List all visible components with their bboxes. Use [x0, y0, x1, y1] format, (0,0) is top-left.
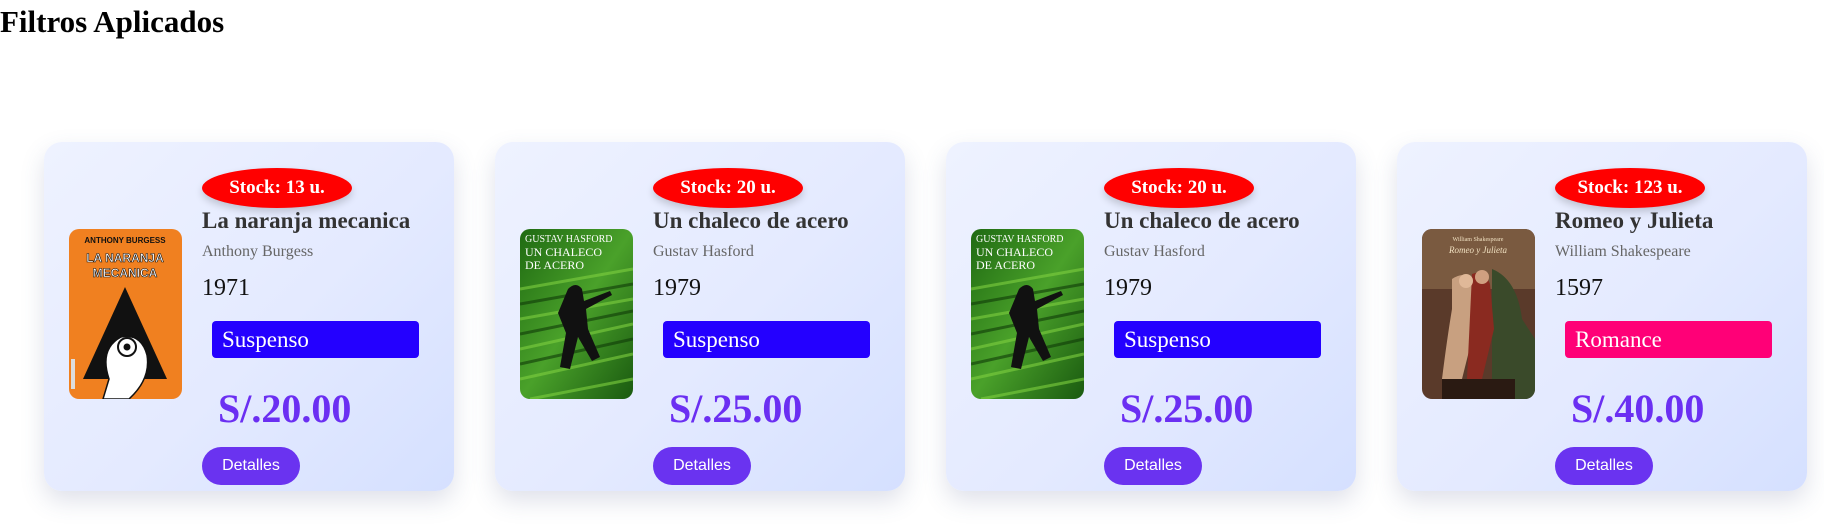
painting-cover-icon: William Shakespeare Romeo y Julieta: [1422, 229, 1535, 399]
book-title: Un chaleco de acero: [1104, 208, 1300, 233]
book-author: Anthony Burgess: [202, 243, 314, 260]
clockwork-orange-cover-icon: ANTHONY BURGESS LA NARANJA MECANICA: [69, 229, 182, 399]
book-title: Un chaleco de acero: [653, 208, 849, 233]
book-cover-image: GUSTAV HASFORD UN CHALECO DE ACERO: [520, 229, 633, 399]
stock-badge: Stock: 20 u.: [1104, 168, 1254, 208]
cover-author-text: GUSTAV HASFORD: [976, 234, 1063, 245]
cover-title-line-2: DE ACERO: [976, 258, 1035, 272]
cover-title-line-2: MECANICA: [93, 266, 158, 280]
book-price: S/.25.00: [1120, 386, 1254, 431]
book-cover-image: ANTHONY BURGESS LA NARANJA MECANICA: [69, 229, 182, 399]
book-price: S/.40.00: [1571, 386, 1705, 431]
book-card: GUSTAV HASFORD UN CHALECO DE ACERO Stock…: [946, 142, 1356, 491]
stock-badge: Stock: 13 u.: [202, 168, 352, 208]
book-author: Gustav Hasford: [653, 243, 754, 260]
cover-title-text: Romeo y Julieta: [1448, 245, 1507, 255]
book-price: S/.25.00: [669, 386, 803, 431]
stock-badge: Stock: 123 u.: [1555, 168, 1705, 208]
book-card: GUSTAV HASFORD UN CHALECO DE ACERO Stock…: [495, 142, 905, 491]
cover-title-line-1: LA NARANJA: [86, 251, 164, 265]
soldier-cover-icon: GUSTAV HASFORD UN CHALECO DE ACERO: [520, 229, 633, 399]
soldier-cover-icon: GUSTAV HASFORD UN CHALECO DE ACERO: [971, 229, 1084, 399]
stock-badge: Stock: 20 u.: [653, 168, 803, 208]
cover-author-text: GUSTAV HASFORD: [525, 234, 612, 245]
genre-tag: Suspenso: [212, 321, 419, 358]
book-card: William Shakespeare Romeo y Julieta Stoc…: [1397, 142, 1807, 491]
book-year: 1597: [1555, 275, 1603, 301]
genre-tag: Suspenso: [1114, 321, 1321, 358]
details-button[interactable]: Detalles: [653, 447, 751, 485]
book-year: 1979: [653, 275, 701, 301]
book-title: La naranja mecanica: [202, 208, 411, 233]
cover-title-line-1: UN CHALECO: [976, 245, 1053, 259]
book-year: 1979: [1104, 275, 1152, 301]
page-title: Filtros Aplicados: [0, 4, 225, 39]
cover-title-line-1: UN CHALECO: [525, 245, 602, 259]
genre-tag: Romance: [1565, 321, 1772, 358]
book-card-list: ANTHONY BURGESS LA NARANJA MECANICA Stoc…: [44, 142, 1807, 491]
book-cover-image: William Shakespeare Romeo y Julieta: [1422, 229, 1535, 399]
book-title: Romeo y Julieta: [1555, 208, 1714, 233]
cover-author-text: William Shakespeare: [1453, 237, 1504, 243]
details-button[interactable]: Detalles: [1104, 447, 1202, 485]
details-button[interactable]: Detalles: [202, 447, 300, 485]
book-author: Gustav Hasford: [1104, 243, 1205, 260]
book-cover-image: GUSTAV HASFORD UN CHALECO DE ACERO: [971, 229, 1084, 399]
genre-tag: Suspenso: [663, 321, 870, 358]
details-button[interactable]: Detalles: [1555, 447, 1653, 485]
book-year: 1971: [202, 275, 250, 301]
cover-title-line-2: DE ACERO: [525, 258, 584, 272]
book-price: S/.20.00: [218, 386, 352, 431]
book-author: William Shakespeare: [1555, 243, 1691, 260]
book-card: ANTHONY BURGESS LA NARANJA MECANICA Stoc…: [44, 142, 454, 491]
cover-author-text: ANTHONY BURGESS: [84, 236, 166, 245]
